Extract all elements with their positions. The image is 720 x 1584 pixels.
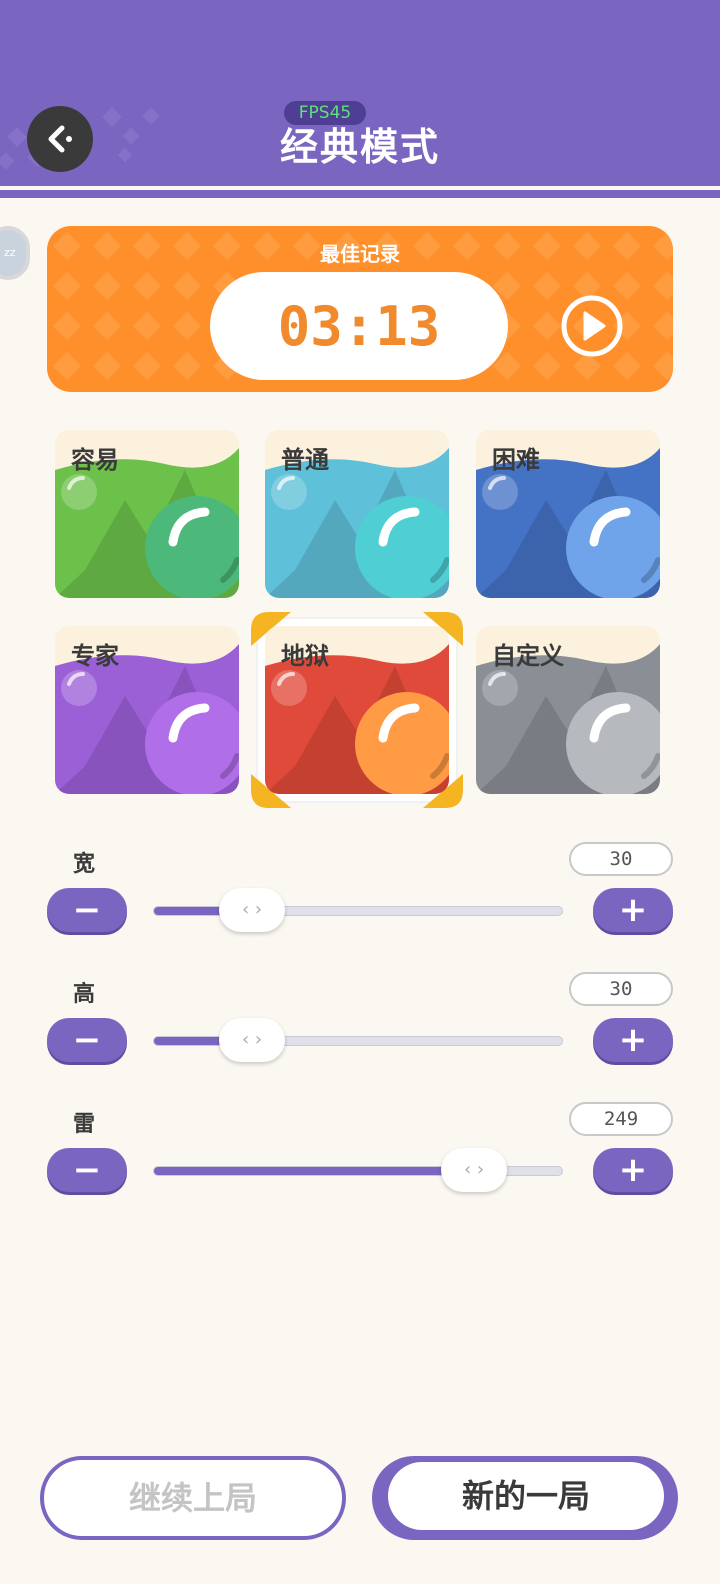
new-game-button[interactable]: 新的一局 [372, 1456, 678, 1540]
slider-height: 高 30 − ‹ › + [47, 972, 673, 1068]
decrease-button[interactable]: − [47, 1148, 127, 1192]
fps-counter: FPS45 [284, 101, 366, 125]
new-game-label: 新的一局 [388, 1462, 664, 1530]
decrease-button[interactable]: − [47, 888, 127, 932]
slider-value: 30 [569, 972, 673, 1006]
slider-track[interactable]: ‹ › [153, 1148, 563, 1192]
slider-label: 雷 [73, 1112, 96, 1137]
difficulty-label: 普通 [281, 446, 329, 474]
difficulty-card-custom[interactable]: 自定义 [476, 626, 660, 794]
slider-label: 高 [73, 982, 96, 1007]
slider-thumb[interactable]: ‹ › [219, 1018, 285, 1062]
difficulty-card-expert[interactable]: 专家 [55, 626, 239, 794]
best-record-card: 最佳记录 03:13 [47, 226, 673, 392]
continue-game-button[interactable]: 继续上局 [40, 1456, 346, 1540]
increase-button[interactable]: + [593, 1148, 673, 1192]
slider-value: 30 [569, 842, 673, 876]
difficulty-card-hard[interactable]: 困难 [476, 430, 660, 598]
header-underline [0, 190, 720, 198]
difficulty-card-normal[interactable]: 普通 [265, 430, 449, 598]
slider-fill [154, 1167, 474, 1175]
slider-label: 宽 [73, 852, 96, 877]
slider-thumb[interactable]: ‹ › [219, 888, 285, 932]
difficulty-label: 困难 [492, 446, 540, 474]
difficulty-label: 专家 [71, 642, 119, 670]
difficulty-label: 容易 [71, 446, 119, 474]
difficulty-grid: 容易 普通 困难专家 地狱 自定义 [55, 430, 667, 808]
play-icon [561, 295, 623, 357]
difficulty-card-hell[interactable]: 地狱 [265, 626, 449, 794]
slider-width: 宽 30 − ‹ › + [47, 842, 673, 938]
page-title: 经典模式 [279, 125, 440, 169]
decrease-button[interactable]: − [47, 1018, 127, 1062]
slider-value: 249 [569, 1102, 673, 1136]
difficulty-label: 自定义 [492, 642, 564, 670]
side-avatar[interactable]: zz [0, 226, 30, 280]
replay-button[interactable] [560, 294, 624, 358]
slider-track[interactable]: ‹ › [153, 1018, 563, 1062]
best-record-time: 03:13 [210, 272, 508, 380]
best-record-label: 最佳记录 [320, 242, 400, 266]
slider-mines: 雷 249 − ‹ › + [47, 1102, 673, 1198]
difficulty-label: 地狱 [281, 642, 329, 670]
increase-button[interactable]: + [593, 1018, 673, 1062]
slider-track[interactable]: ‹ › [153, 888, 563, 932]
side-avatar-text: zz [4, 246, 16, 259]
increase-button[interactable]: + [593, 888, 673, 932]
slider-thumb[interactable]: ‹ › [441, 1148, 507, 1192]
difficulty-card-easy[interactable]: 容易 [55, 430, 239, 598]
